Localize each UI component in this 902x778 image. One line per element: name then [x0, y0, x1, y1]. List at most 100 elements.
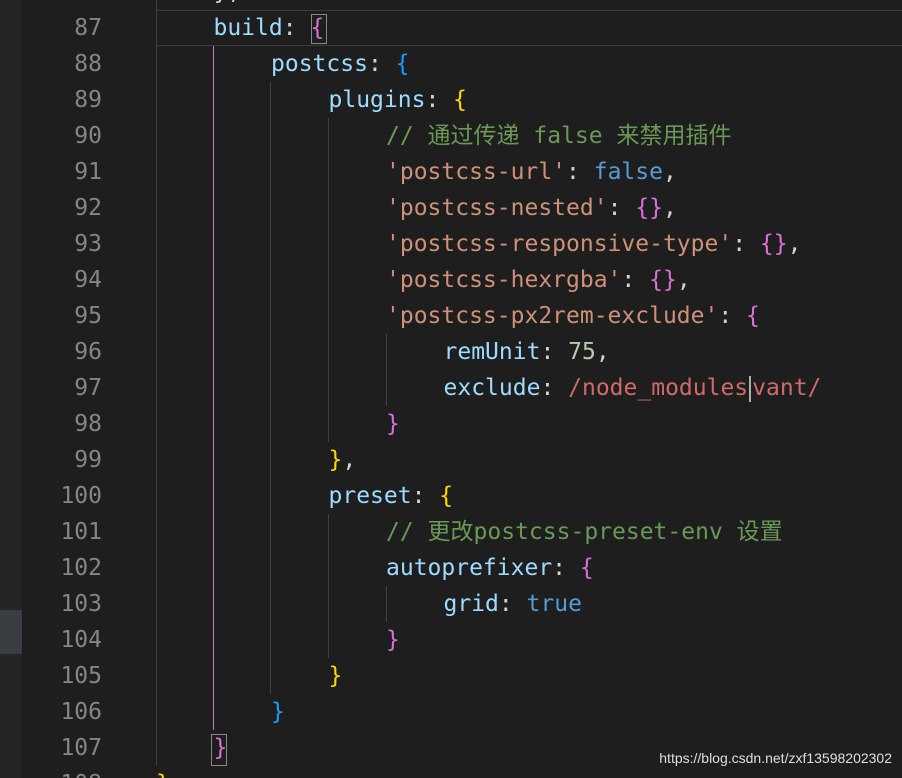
- line-content: }: [386, 406, 400, 442]
- code-token: :: [540, 375, 569, 401]
- code-line[interactable]: 96 remUnit: 75,: [0, 334, 902, 370]
- code-token: grid: [443, 591, 499, 617]
- line-content: 'postcss-responsive-type': {},: [386, 226, 801, 262]
- code-line[interactable]: 88 postcss: {: [0, 46, 902, 82]
- code-line[interactable]: 105}: [0, 658, 902, 694]
- line-content: autoprefixer: {: [386, 550, 594, 586]
- code-token: // 更改postcss-preset-env 设置: [386, 519, 783, 545]
- line-content: // 更改postcss-preset-env 设置: [386, 514, 783, 550]
- watermark-url: https://blog.csdn.net/zxf13598202302: [659, 750, 892, 766]
- line-content: preset: {: [329, 478, 454, 514]
- code-line[interactable]: 87 build: {: [0, 10, 902, 46]
- code-line[interactable]: 104}: [0, 622, 902, 658]
- line-number: 105: [60, 663, 102, 689]
- code-token: :: [540, 339, 569, 365]
- code-token: 'postcss-hexrgba': [386, 267, 622, 293]
- line-content: remUnit: 75,: [444, 334, 610, 370]
- line-content: plugins: {: [329, 82, 468, 118]
- line-number: 95: [74, 303, 102, 329]
- line-number: 104: [60, 627, 102, 653]
- code-line[interactable]: 108}: [0, 766, 902, 778]
- code-line[interactable]: 90 // 通过传递 false 来禁用插件: [0, 118, 902, 154]
- code-line[interactable]: 91 'postcss-url': false,: [0, 154, 902, 190]
- code-line[interactable]: 93 'postcss-responsive-type': {},: [0, 226, 902, 262]
- line-content: }: [156, 766, 170, 778]
- line-content: }: [271, 694, 285, 730]
- code-token: }: [271, 699, 285, 725]
- code-line[interactable]: 95 'postcss-px2rem-exclude': {: [0, 298, 902, 334]
- line-number: 91: [74, 159, 102, 185]
- code-token: }: [156, 771, 170, 778]
- code-token: ,: [662, 159, 677, 185]
- code-token: }: [328, 447, 343, 473]
- code-token: {}: [635, 195, 663, 221]
- code-token: exclude: [443, 375, 541, 401]
- line-content: }: [329, 658, 343, 694]
- code-token: postcss: [271, 51, 368, 77]
- code-line[interactable]: 99},: [0, 442, 902, 478]
- code-token: 'postcss-url': [386, 159, 567, 185]
- code-line[interactable]: 97 exclude: /node_modules vant/: [0, 370, 902, 406]
- bracket-match-close: [211, 734, 227, 766]
- code-line[interactable]: 92 'postcss-nested': {},: [0, 190, 902, 226]
- line-number: 100: [60, 483, 102, 509]
- line-number: 101: [60, 519, 102, 545]
- line-number: 94: [74, 267, 102, 293]
- code-token: true: [526, 591, 582, 617]
- line-content: 'postcss-hexrgba': {},: [386, 262, 691, 298]
- line-content: // 通过传递 false 来禁用插件: [386, 118, 731, 154]
- line-content: },: [214, 0, 242, 10]
- line-content: }: [386, 622, 400, 658]
- code-editor[interactable]: 86},87build: {88postcss: {89plugins: {90…: [0, 0, 902, 778]
- code-token: {: [453, 87, 467, 113]
- code-token: {}: [649, 267, 677, 293]
- code-token: {: [439, 483, 454, 509]
- code-line[interactable]: 86},: [0, 0, 902, 10]
- code-token: ,: [676, 267, 691, 293]
- code-token: vant/: [752, 375, 822, 401]
- line-number: 90: [74, 123, 102, 149]
- code-token: :: [425, 87, 454, 113]
- line-number: 97: [74, 375, 102, 401]
- code-token: }: [386, 627, 400, 653]
- code-token: :: [367, 51, 396, 77]
- line-number: 87: [74, 15, 102, 41]
- code-token: },: [214, 0, 242, 5]
- code-line[interactable]: 100 preset: {: [0, 478, 902, 514]
- code-token: /node_modules: [568, 375, 749, 401]
- code-token: :: [282, 15, 311, 41]
- line-content: grid: true: [444, 586, 582, 622]
- bracket-match-open: [311, 14, 327, 44]
- line-number: 99: [74, 447, 102, 473]
- line-number: 93: [74, 231, 102, 257]
- line-number: 107: [60, 735, 102, 761]
- code-line[interactable]: 106}: [0, 694, 902, 730]
- line-content: },: [329, 442, 357, 478]
- code-line[interactable]: 94 'postcss-hexrgba': {},: [0, 262, 902, 298]
- code-line[interactable]: 98}: [0, 406, 902, 442]
- code-token: ,: [342, 447, 357, 473]
- code-line[interactable]: 103 grid: true: [0, 586, 902, 622]
- line-number: 96: [74, 339, 102, 365]
- line-number: 86: [22, 0, 102, 10]
- code-token: }: [386, 411, 400, 437]
- text-cursor: [749, 375, 752, 402]
- code-token: {}: [759, 231, 788, 257]
- code-token: :: [566, 159, 594, 185]
- code-token: :: [411, 483, 440, 509]
- code-token: ,: [787, 231, 802, 257]
- code-token: :: [732, 231, 760, 257]
- line-number: 106: [60, 699, 102, 725]
- code-token: :: [607, 195, 636, 221]
- line-number: 103: [60, 591, 102, 617]
- code-token: false: [593, 159, 663, 185]
- code-line[interactable]: 102 autoprefixer: {: [0, 550, 902, 586]
- code-line[interactable]: 101 // 更改postcss-preset-env 设置: [0, 514, 902, 550]
- code-token: 75: [568, 339, 596, 365]
- code-line[interactable]: 89 plugins: {: [0, 82, 902, 118]
- line-number: 108: [22, 766, 102, 778]
- code-token: ,: [595, 339, 610, 365]
- code-token: autoprefixer: [386, 555, 553, 581]
- line-number: 98: [74, 411, 102, 437]
- code-token: preset: [328, 483, 412, 509]
